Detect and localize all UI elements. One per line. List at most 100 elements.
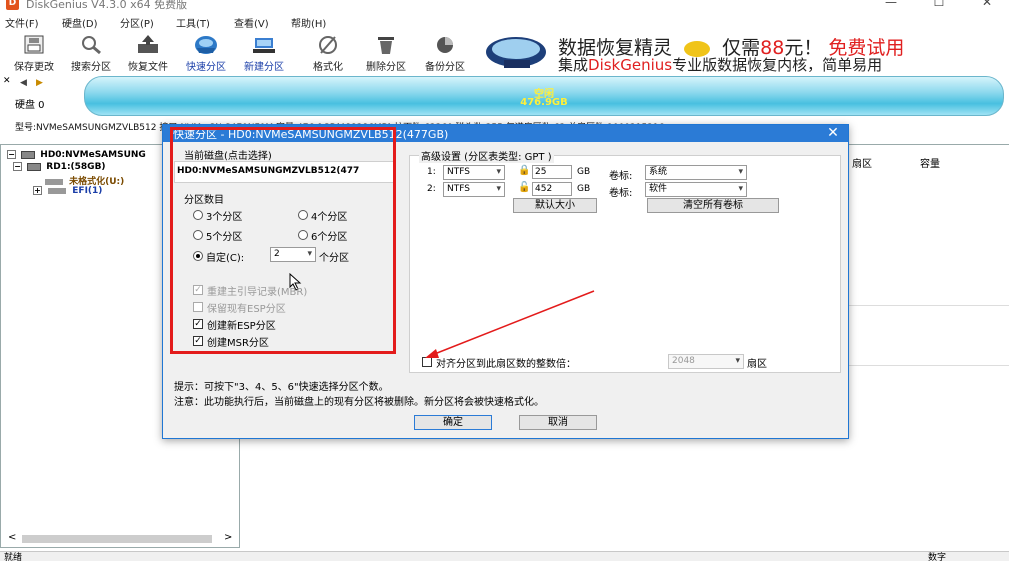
toolbar-recover-button[interactable]: 恢复文件 <box>122 30 174 74</box>
tip-text: 提示：可按下"3、4、5、6"快速选择分区个数。 <box>174 382 389 393</box>
row2-volume-label-text: 卷标: <box>609 188 633 199</box>
toolbar-quick-partition-label: 快速分区 <box>186 62 226 73</box>
column-capacity[interactable]: 容量 <box>920 155 940 170</box>
scroll-thumb[interactable] <box>22 535 212 543</box>
close-panel-icon[interactable]: ✕ <box>3 76 11 86</box>
default-size-button[interactable]: 默认大小 <box>513 198 597 213</box>
row2-volume-value: 软件 <box>649 184 668 194</box>
align-sector-value: 2048 <box>672 356 695 366</box>
app-icon: D <box>6 0 19 10</box>
status-numlock: 数字 <box>928 553 947 563</box>
tree-hd0-label: HD0:NVMeSAMSUNG <box>40 150 146 160</box>
tree-efi-label: EFI(1) <box>72 186 103 196</box>
title-bar: D DiskGenius V4.3.0 x64 免费版 — ☐ ✕ <box>0 0 1009 14</box>
save-icon <box>24 35 44 54</box>
tree-item-efi[interactable]: + EFI(1) <box>33 186 102 196</box>
collapse-icon[interactable]: − <box>13 162 22 171</box>
toolbar-delete-button[interactable]: 删除分区 <box>360 30 412 74</box>
disk-bar: ✕ ◀ ▶ 硬盘 0 空闲 476.9GB <box>0 74 1009 120</box>
maximize-button[interactable]: ☐ <box>930 0 948 9</box>
row2-size-input[interactable]: 452 <box>532 182 572 196</box>
ad-line2-suffix: 专业版数据恢复内核，简单易用 <box>672 56 883 74</box>
align-partition-checkbox[interactable] <box>422 357 432 367</box>
row1-size-input[interactable]: 25 <box>532 165 572 179</box>
toolbar-save-button[interactable]: 保存更改 <box>8 30 60 74</box>
tree-horizontal-scrollbar[interactable]: < > <box>4 532 236 546</box>
collapse-icon[interactable]: − <box>7 150 16 159</box>
row1-fs-select[interactable]: NTFS ▾ <box>443 165 505 180</box>
toolbar-new-partition-button[interactable]: 新建分区 <box>238 30 290 74</box>
disk-label: 硬盘 0 <box>15 100 45 111</box>
toolbar-save-label: 保存更改 <box>14 62 54 73</box>
menu-bar: 文件(F) 硬盘(D) 分区(P) 工具(T) 查看(V) 帮助(H) <box>0 14 1009 30</box>
row1-size-value: 25 <box>535 167 547 177</box>
disk-free-size: 476.9GB <box>520 97 568 108</box>
menu-help[interactable]: 帮助(H) <box>291 15 326 30</box>
unlock-icon[interactable]: 🔓 <box>518 182 530 193</box>
window-title: DiskGenius V4.3.0 x64 免费版 <box>26 0 188 11</box>
tree-item-rd1[interactable]: − RD1:(58GB) <box>13 162 106 172</box>
row2-index: 2: <box>427 184 436 194</box>
toolbar-search-label: 搜索分区 <box>71 62 111 73</box>
scroll-left-icon[interactable]: < <box>8 532 16 543</box>
menu-file[interactable]: 文件(F) <box>5 15 39 30</box>
chevron-down-icon: ▾ <box>738 167 743 177</box>
toolbar-search-button[interactable]: 搜索分区 <box>65 30 117 74</box>
chevron-down-icon: ▾ <box>496 184 501 194</box>
backup-icon <box>437 37 453 53</box>
close-button[interactable]: ✕ <box>978 0 996 9</box>
annotation-highlight-box <box>170 127 396 354</box>
tree-rd1-label: RD1:(58GB) <box>46 162 106 172</box>
expand-icon[interactable]: + <box>33 186 42 195</box>
menu-view[interactable]: 查看(V) <box>234 15 269 30</box>
divider <box>849 365 1009 366</box>
toolbar-format-button[interactable]: 格式化 <box>302 30 354 74</box>
menu-partition[interactable]: 分区(P) <box>120 15 154 30</box>
tree-item-hd0[interactable]: − HD0:NVMeSAMSUNG <box>7 150 146 160</box>
nav-back-icon[interactable]: ◀ <box>20 78 27 88</box>
status-text: 就绪 <box>4 553 23 563</box>
chevron-down-icon: ▾ <box>738 184 743 194</box>
disk-map[interactable]: 空闲 476.9GB <box>84 76 1004 116</box>
row2-fs-select[interactable]: NTFS ▾ <box>443 182 505 197</box>
warning-text: 注意：此功能执行后，当前磁盘上的现有分区将被删除。新分区将会被快速格式化。 <box>174 397 544 408</box>
nav-forward-icon[interactable]: ▶ <box>36 78 43 88</box>
row2-fs-value: NTFS <box>447 184 470 194</box>
scroll-right-icon[interactable]: > <box>224 532 232 543</box>
row1-unit: GB <box>577 167 591 177</box>
row1-volume-select[interactable]: 系统 ▾ <box>645 165 747 180</box>
toolbar-format-label: 格式化 <box>313 62 343 73</box>
disk-logo-icon <box>486 37 546 68</box>
align-sector-suffix: 扇区 <box>747 359 767 370</box>
row1-volume-value: 系统 <box>649 167 668 177</box>
ok-button[interactable]: 确定 <box>414 415 492 430</box>
ad-banner[interactable]: 数据恢复精灵 仅需88元！ 免费试用 集成DiskGenius专业版数据恢复内核… <box>484 30 1009 74</box>
toolbar-new-partition-label: 新建分区 <box>244 62 284 73</box>
menu-disk[interactable]: 硬盘(D) <box>62 15 98 30</box>
align-partition-label[interactable]: 对齐分区到此扇区数的整数倍： <box>436 355 576 370</box>
menu-tools[interactable]: 工具(T) <box>176 15 210 30</box>
lock-icon[interactable]: 🔒 <box>518 165 530 176</box>
row2-size-value: 452 <box>535 184 553 194</box>
format-icon <box>319 36 337 54</box>
ad-line2-prefix: 集成 <box>558 56 589 74</box>
row1-index: 1: <box>427 167 436 177</box>
toolbar-backup-label: 备份分区 <box>425 62 465 73</box>
dialog-close-icon[interactable]: ✕ <box>823 125 843 141</box>
cancel-button[interactable]: 取消 <box>519 415 597 430</box>
row2-unit: GB <box>577 184 591 194</box>
column-sector[interactable]: 扇区 <box>852 155 872 170</box>
align-sector-select[interactable]: 2048 ▾ <box>668 354 744 369</box>
toolbar-quick-partition-button[interactable]: 快速分区 <box>180 30 232 74</box>
row2-volume-select[interactable]: 软件 ▾ <box>645 182 747 197</box>
partition-icon <box>45 178 63 185</box>
clear-all-labels-button[interactable]: 清空所有卷标 <box>647 198 779 213</box>
minimize-button[interactable]: — <box>882 0 900 9</box>
toolbar-delete-label: 删除分区 <box>366 62 406 73</box>
search-icon <box>82 36 101 55</box>
ad-brand: DiskGenius <box>588 56 673 74</box>
status-bar: 就绪 数字 <box>0 551 1009 563</box>
chevron-down-icon: ▾ <box>496 167 501 177</box>
toolbar-backup-button[interactable]: 备份分区 <box>419 30 471 74</box>
toolbar-recover-label: 恢复文件 <box>128 62 168 73</box>
